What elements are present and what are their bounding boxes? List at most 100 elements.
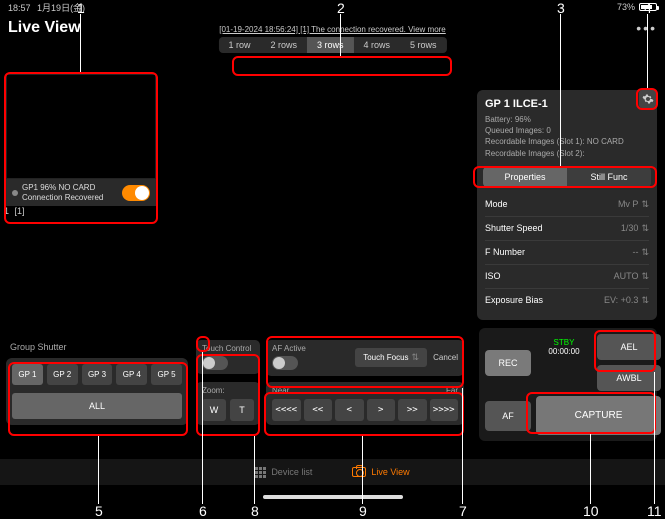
stby-indicator: STBY 00:00:00 bbox=[536, 338, 592, 356]
preview-idx-sub: [1] bbox=[15, 206, 25, 216]
gp3-button[interactable]: GP 3 bbox=[82, 364, 113, 385]
rec-button[interactable]: REC bbox=[485, 350, 531, 376]
stby-label: STBY bbox=[536, 338, 592, 347]
status-date: 1月19日(金) bbox=[37, 3, 85, 13]
gear-icon bbox=[642, 93, 654, 105]
focus-near2-button[interactable]: << bbox=[304, 399, 333, 421]
callout-num-5: 5 bbox=[95, 503, 103, 519]
prop-row-iso[interactable]: ISOAUTO⇅ bbox=[485, 264, 649, 288]
rows-tab-2[interactable]: 2 rows bbox=[260, 37, 307, 53]
gp5-button[interactable]: GP 5 bbox=[151, 364, 182, 385]
all-button[interactable]: ALL bbox=[12, 393, 182, 419]
af-active-label: AF Active bbox=[272, 344, 306, 353]
zoom-label: Zoom: bbox=[202, 386, 254, 395]
rows-tab-4[interactable]: 4 rows bbox=[354, 37, 401, 53]
settings-gear-button[interactable] bbox=[639, 90, 657, 108]
prop-val: Mv P bbox=[618, 199, 639, 209]
tab-still-func[interactable]: Still Func bbox=[567, 167, 651, 187]
nav-device-list[interactable]: Device list bbox=[255, 467, 312, 478]
callout-num-8: 8 bbox=[251, 503, 259, 519]
callout-num-6: 6 bbox=[199, 503, 207, 519]
prop-row-mode[interactable]: ModeMv P⇅ bbox=[485, 193, 649, 216]
chevron-icon: ⇅ bbox=[641, 295, 649, 306]
notification-banner[interactable]: [01-19-2024 18:56:24] [1] The connection… bbox=[218, 25, 446, 34]
touch-control-cell: Touch Control bbox=[196, 340, 260, 374]
af-active-toggle[interactable] bbox=[272, 356, 298, 370]
awbl-button[interactable]: AWBL bbox=[597, 365, 661, 391]
chevron-icon: ⇅ bbox=[641, 223, 649, 234]
gp2-button[interactable]: GP 2 bbox=[47, 364, 78, 385]
focus-far2-button[interactable]: >> bbox=[398, 399, 427, 421]
focus-far-label: Far bbox=[446, 386, 458, 395]
focus-far1-button[interactable]: > bbox=[367, 399, 396, 421]
grid-icon bbox=[255, 467, 266, 478]
nav-device-list-label: Device list bbox=[271, 467, 312, 477]
chevron-icon: ⇅ bbox=[641, 271, 649, 282]
nav-live-view-label: Live View bbox=[371, 467, 409, 477]
ael-button[interactable]: AEL bbox=[597, 334, 661, 360]
focus-near-label: Near bbox=[272, 386, 289, 395]
prop-row-shutter[interactable]: Shutter Speed 1/30⇅ bbox=[485, 216, 649, 240]
zoom-tele-button[interactable]: T bbox=[230, 399, 254, 421]
focus-near1-button[interactable]: < bbox=[335, 399, 364, 421]
device-tabs: Properties Still Func bbox=[483, 167, 651, 187]
top-center: [01-19-2024 18:56:24] [1] The connection… bbox=[218, 25, 446, 53]
gp4-button[interactable]: GP 4 bbox=[116, 364, 147, 385]
focus-far4-button[interactable]: >>>> bbox=[430, 399, 459, 421]
touch-control-toggle[interactable] bbox=[202, 356, 228, 370]
status-right: 73% bbox=[617, 2, 657, 12]
prop-val: 1/30 bbox=[621, 223, 639, 233]
status-time: 18:57 bbox=[8, 3, 31, 13]
prop-lbl: Shutter Speed bbox=[485, 223, 543, 233]
prop-lbl: Exposure Bias bbox=[485, 295, 543, 305]
rows-tab-3[interactable]: 3 rows bbox=[307, 37, 354, 53]
prop-row-fnumber[interactable]: F Number --⇅ bbox=[485, 240, 649, 264]
focus-box: Near Far <<<< << < > >> >>>> bbox=[266, 382, 464, 425]
touch-focus-chip[interactable]: Touch Focus⇅ bbox=[355, 348, 427, 367]
chevron-icon: ⇅ bbox=[412, 352, 420, 363]
preview-toggle[interactable] bbox=[122, 185, 150, 201]
prop-row-expbias[interactable]: Exposure BiasEV: +0.3⇅ bbox=[485, 288, 649, 312]
status-dot-icon bbox=[12, 190, 18, 196]
af-cell: AF Active Touch Focus⇅ Cancel bbox=[266, 340, 464, 376]
device-info: Battery: 96% Queued Images: 0 Recordable… bbox=[485, 114, 649, 159]
rows-tab-1[interactable]: 1 row bbox=[218, 37, 260, 53]
page-title: Live View bbox=[8, 19, 81, 37]
footer-nav: Device list Live View bbox=[0, 459, 665, 485]
device-panel: GP 1 ILCE-1 Battery: 96% Queued Images: … bbox=[477, 90, 657, 320]
callout-2-box bbox=[232, 56, 452, 76]
tab-properties[interactable]: Properties bbox=[483, 167, 567, 187]
preview-card: GP1 96% NO CARD Connection Recovered bbox=[6, 74, 156, 206]
device-name: GP 1 ILCE-1 bbox=[485, 98, 548, 110]
more-menu-icon[interactable]: ••• bbox=[636, 20, 657, 36]
chevron-icon: ⇅ bbox=[641, 247, 649, 258]
dev-rec1-val: NO CARD bbox=[587, 137, 624, 146]
rows-tab-5[interactable]: 5 rows bbox=[400, 37, 447, 53]
preview-index: 1 [1] bbox=[4, 206, 25, 216]
zoom-wide-button[interactable]: W bbox=[202, 399, 226, 421]
zoom-box: Zoom: W T bbox=[196, 382, 260, 425]
af-button[interactable]: AF bbox=[485, 401, 531, 431]
preview-idx-num: 1 bbox=[4, 206, 9, 216]
dev-queued-val: 0 bbox=[546, 126, 550, 135]
group-shutter-panel: Group Shutter GP 1 GP 2 GP 3 GP 4 GP 5 A… bbox=[6, 340, 188, 425]
status-left: 18:57 1月19日(金) bbox=[8, 1, 85, 14]
callout-num-7: 7 bbox=[459, 503, 467, 519]
gp1-button[interactable]: GP 1 bbox=[12, 364, 43, 385]
status-bar: 18:57 1月19日(金) 73% bbox=[0, 0, 665, 14]
focus-near4-button[interactable]: <<<< bbox=[272, 399, 301, 421]
callout-num-11: 11 bbox=[647, 503, 662, 519]
preview-thumbnail[interactable] bbox=[6, 74, 156, 179]
prop-lbl: F Number bbox=[485, 247, 525, 257]
cancel-button[interactable]: Cancel bbox=[433, 353, 458, 362]
home-indicator[interactable] bbox=[263, 495, 403, 499]
callout-num-10: 10 bbox=[583, 503, 599, 519]
capture-button[interactable]: CAPTURE bbox=[536, 396, 661, 435]
middle-controls: Touch Control AF Active Touch Focus⇅ Can… bbox=[196, 340, 464, 425]
prop-val: -- bbox=[632, 247, 638, 257]
dev-batt-val: 96% bbox=[515, 115, 531, 124]
property-rows: ModeMv P⇅ Shutter Speed1/30⇅ F Number--⇅… bbox=[485, 193, 649, 312]
prop-val: AUTO bbox=[614, 271, 639, 281]
callout-num-9: 9 bbox=[359, 503, 367, 519]
nav-live-view[interactable]: Live View bbox=[352, 467, 409, 477]
